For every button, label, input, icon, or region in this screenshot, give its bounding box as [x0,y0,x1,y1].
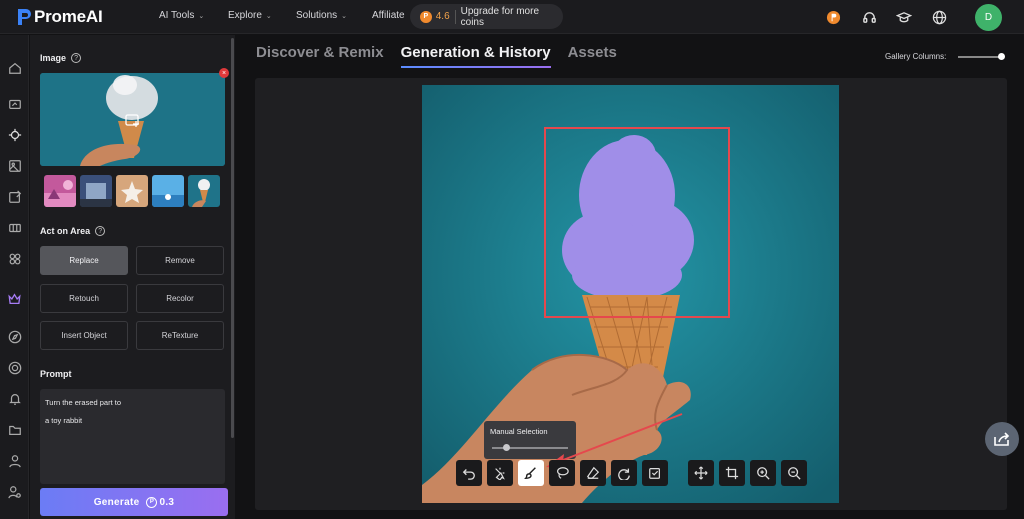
upgrade-label: Upgrade for more coins [460,5,540,28]
logo-text: PromeAI [34,7,103,26]
user-settings-icon[interactable] [7,484,22,499]
folder-icon[interactable] [7,422,22,437]
help-icon[interactable]: ? [95,226,106,236]
prompt-line: Turn the erased part to [45,398,122,407]
left-rail [0,35,29,519]
sketch-icon[interactable] [7,96,22,111]
example-thumbnail[interactable] [152,175,184,207]
example-thumbnail[interactable] [188,175,220,207]
tab-generation-history[interactable]: Generation & History [400,44,551,68]
divider [454,9,456,24]
bell-icon[interactable] [7,391,22,406]
compass-icon[interactable] [7,329,22,344]
gallery-columns-slider[interactable] [958,56,1002,58]
user-icon[interactable] [7,453,22,468]
retouch-button[interactable]: Retouch [40,284,128,313]
confirm-icon[interactable] [642,460,668,486]
generate-label: Generate [93,496,140,508]
insert-object-button[interactable]: Insert Object [40,321,128,350]
logo-icon [18,9,31,25]
tool-panel: Image ? × Act on Area ? Replace Remove R… [30,35,235,519]
chevron-down-icon: ⌄ [341,12,348,20]
move-icon[interactable] [688,460,714,486]
image-title: Image [40,53,67,63]
upgrade-coins-button[interactable]: P 4.6 Upgrade for more coins [410,4,563,29]
tab-discover-remix[interactable]: Discover & Remix [256,44,384,61]
remove-button[interactable]: Remove [136,246,224,275]
eraser-icon[interactable] [580,460,606,486]
target-icon[interactable] [7,360,22,375]
nav-ai-tools[interactable]: AI Tools ⌄ [159,10,204,21]
selection-rectangle[interactable] [544,127,730,318]
chevron-down-icon: ⌄ [198,12,205,20]
coin-icon: P [420,10,432,23]
image-section-title: Image ? [40,53,82,63]
help-icon[interactable]: ? [71,53,82,63]
example-thumbnail[interactable] [80,175,112,207]
slider-handle[interactable] [998,53,1005,60]
generate-button[interactable]: Generate P 0.3 [40,488,228,516]
ai-chip-icon[interactable] [7,127,22,142]
nav-affiliate[interactable]: Affiliate [372,10,405,21]
coin-balance: 4.6 [435,11,450,22]
chevron-down-icon: ⌄ [265,12,272,20]
brush-icon[interactable] [518,460,544,486]
home-icon[interactable] [7,60,22,75]
prompt-input[interactable]: Turn the erased part to a toy rabbit [40,389,225,484]
nav-affiliate-label: Affiliate [372,10,405,21]
image-edit-icon[interactable] [7,189,22,204]
nav-explore-label: Explore [228,10,262,21]
redo-icon[interactable] [611,460,637,486]
coin-shop-icon[interactable] [825,9,841,25]
example-thumbnail[interactable] [116,175,148,207]
apps-icon[interactable] [7,251,22,266]
auto-select-icon[interactable] [487,460,513,486]
avatar[interactable]: D [975,4,1002,31]
coin-icon: P [146,496,158,508]
top-bar: PromeAI AI Tools ⌄ Explore ⌄ Solutions ⌄ Af… [0,0,1024,34]
lasso-icon[interactable] [549,460,575,486]
logo[interactable]: PromeAI [16,6,103,28]
nav-explore[interactable]: Explore ⌄ [228,10,272,21]
main-tabs: Discover & Remix Generation & History As… [256,44,617,68]
crop-icon[interactable] [719,460,745,486]
uploaded-image[interactable] [40,73,225,166]
remove-image-icon[interactable]: × [219,68,229,78]
gallery-columns-label: Gallery Columns: [885,52,947,61]
tooltip-label: Manual Selection [490,427,548,436]
zoom-in-icon[interactable] [750,460,776,486]
prompt-title: Prompt [40,369,72,379]
graduation-cap-icon[interactable] [896,9,912,25]
panel-scrollbar[interactable] [231,38,234,438]
act-title: Act on Area [40,226,91,236]
nav-solutions[interactable]: Solutions ⌄ [296,10,347,21]
recolor-button[interactable]: Recolor [136,284,224,313]
video-icon[interactable] [7,220,22,235]
generate-cost: 0.3 [159,496,175,508]
zoom-out-icon[interactable] [781,460,807,486]
retexture-button[interactable]: ReTexture [136,321,224,350]
prompt-line: a toy rabbit [45,416,83,425]
share-icon[interactable] [985,422,1019,456]
prompt-section-title: Prompt [40,369,72,379]
globe-icon[interactable] [931,9,947,25]
brush-size-handle[interactable] [503,444,510,451]
act-section-title: Act on Area ? [40,226,106,236]
replace-button[interactable]: Replace [40,246,128,275]
headset-icon[interactable] [861,9,877,25]
nav-solutions-label: Solutions [296,10,338,21]
image-icon[interactable] [7,158,22,173]
tab-assets[interactable]: Assets [568,44,617,61]
crown-icon[interactable] [7,291,22,306]
example-thumbnail[interactable] [44,175,76,207]
nav-ai-tools-label: AI Tools [159,10,195,21]
undo-icon[interactable] [456,460,482,486]
